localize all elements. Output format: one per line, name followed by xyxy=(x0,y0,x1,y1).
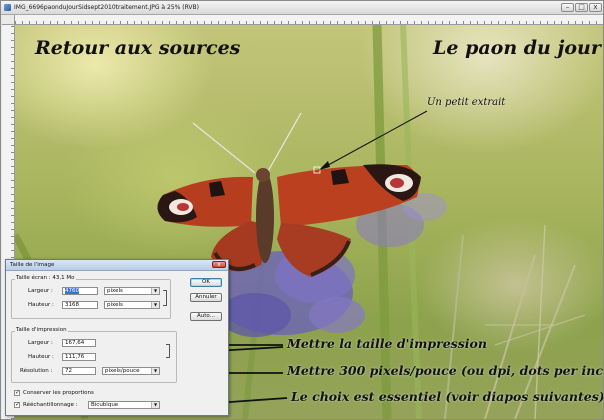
pixel-height-input[interactable]: 3168 xyxy=(62,301,98,309)
constrain-proportions-label: Conserver les proportions xyxy=(23,390,94,396)
document-size-label: Taille d'impression xyxy=(15,327,68,333)
pixel-dimensions-group xyxy=(11,279,171,319)
dialog-close-icon[interactable]: x xyxy=(212,261,226,268)
pixel-dimensions-label: Taille écran : 43,1 Mo xyxy=(15,275,76,281)
app-icon xyxy=(4,4,11,11)
dialog-title: Taille de l'image xyxy=(10,262,55,268)
doc-width-input[interactable]: 167,64 xyxy=(62,339,96,347)
document-window: IMG_6696paonduJourSidsept2010traitement.… xyxy=(0,0,604,420)
resolution-label: Résolution : xyxy=(20,368,53,374)
chevron-down-icon: ▼ xyxy=(151,288,159,294)
resample-checkbox[interactable]: ✓ xyxy=(14,402,20,408)
cancel-button[interactable]: Annuler xyxy=(190,293,222,302)
title-right: Le paon du jour xyxy=(433,37,601,59)
pixel-width-input[interactable]: 4760 xyxy=(62,287,98,295)
pixel-width-unit: pixels xyxy=(107,288,123,294)
image-size-dialog: Taille de l'image x Taille écran : 43,1 … xyxy=(5,259,229,416)
document-title: IMG_6696paonduJourSidsept2010traitement.… xyxy=(14,4,199,11)
resample-method-select[interactable]: Bicubique ▼ xyxy=(88,401,160,409)
resolution-input[interactable]: 72 xyxy=(62,367,96,375)
annotation-resample: Le choix est essentiel (voir diapos suiv… xyxy=(291,389,603,404)
ok-button[interactable]: OK xyxy=(190,278,222,287)
pixel-height-unit: pixels xyxy=(107,302,123,308)
pixel-width-label: Largeur : xyxy=(28,288,53,294)
ruler-origin[interactable] xyxy=(2,15,15,25)
doc-height-input[interactable]: 111,76 xyxy=(62,353,96,361)
link-proportions-icon xyxy=(166,344,170,358)
constrain-proportions-checkbox[interactable]: ✓ xyxy=(14,390,20,396)
link-proportions-icon xyxy=(163,290,167,306)
doc-width-label: Largeur : xyxy=(28,340,53,346)
document-titlebar[interactable]: IMG_6696paonduJourSidsept2010traitement.… xyxy=(1,1,603,15)
chevron-down-icon: ▼ xyxy=(151,302,159,308)
pixel-height-unit-select[interactable]: pixels ▼ xyxy=(104,301,160,309)
minimize-icon[interactable]: – xyxy=(561,3,574,12)
close-icon[interactable]: x xyxy=(589,3,602,12)
chevron-down-icon: ▼ xyxy=(151,368,159,374)
doc-height-value: 111,76 xyxy=(65,354,85,360)
doc-width-value: 167,64 xyxy=(65,340,85,346)
pixel-width-unit-select[interactable]: pixels ▼ xyxy=(104,287,160,295)
annotation-extract: Un petit extrait xyxy=(427,97,506,108)
horizontal-ruler[interactable] xyxy=(15,15,603,25)
resample-label: Rééchantillonnage : xyxy=(23,402,78,408)
chevron-down-icon: ▼ xyxy=(151,402,159,408)
annotation-resolution: Mettre 300 pixels/pouce (ou dpi, dots pe… xyxy=(287,363,603,378)
resample-method: Bicubique xyxy=(91,402,119,408)
auto-button[interactable]: Auto... xyxy=(190,312,222,321)
resolution-unit: pixels/pouce xyxy=(105,368,140,374)
resolution-unit-select[interactable]: pixels/pouce ▼ xyxy=(102,367,160,375)
annotation-print-size: Mettre la taille d'impression xyxy=(287,336,487,351)
resolution-value: 72 xyxy=(65,368,72,374)
title-left: Retour aux sources xyxy=(35,37,241,59)
pixel-height-label: Hauteur : xyxy=(28,302,54,308)
doc-height-label: Hauteur : xyxy=(28,354,54,360)
pixel-width-value: 4760 xyxy=(65,288,79,294)
maximize-icon[interactable]: □ xyxy=(575,3,588,12)
dialog-titlebar[interactable]: Taille de l'image x xyxy=(6,260,228,271)
pixel-height-value: 3168 xyxy=(65,302,79,308)
